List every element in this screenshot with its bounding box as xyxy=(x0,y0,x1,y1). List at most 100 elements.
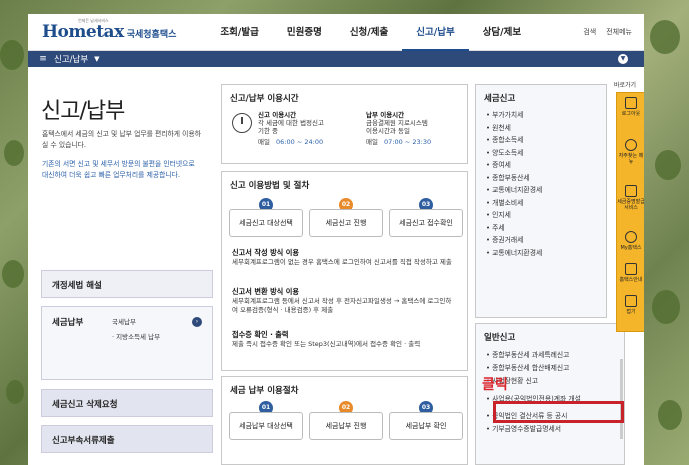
hometax-guide-quick-item[interactable]: 홈택스안내 xyxy=(617,263,644,283)
payment-hours-head: 납부 이용시간 xyxy=(366,111,405,119)
menu-item-lookup[interactable]: 조회/발급 xyxy=(206,14,272,51)
document-icon xyxy=(625,185,637,197)
ivy-leaf xyxy=(0,40,24,70)
attached-documents-box[interactable]: 신고부속서류제출 xyxy=(41,425,213,453)
expand-toggle-icon[interactable]: ▼ xyxy=(618,54,628,64)
tax-report-item[interactable]: 교통에너지환경세 xyxy=(486,184,542,197)
report-step-3-button[interactable]: 세금신고 접수확인 xyxy=(389,209,463,237)
hometax-guide-label: 홈택스안내 xyxy=(619,277,643,283)
ivy-leaf xyxy=(658,400,682,430)
certificate-quick-item[interactable]: 세금증명발급 서비스 xyxy=(617,185,644,211)
report-deletion-request-box[interactable]: 세금신고 삭제요청 xyxy=(41,389,213,417)
top-navigation-bar: Hometax 국세청홈택스 언제든 납세서비스 조회/발급 민원증명 신청/제… xyxy=(28,14,644,51)
tax-report-title: 세금신고 xyxy=(484,94,516,104)
page-description-2: 기존의 서면 신고 및 세무서 방문의 불편을 인터넷으로 대신하여 더욱 쉽고… xyxy=(42,160,195,179)
home-icon xyxy=(625,295,637,307)
payment-step-3-button[interactable]: 세금납부 확인 xyxy=(389,412,463,440)
procedure-item-2-text: 세무회계프로그램 등에서 신고서 작성 후 전자신고파일생성 → 홈택스에 로그… xyxy=(232,297,452,314)
tax-payment-sublist: 국세납부 · 지방소득세 납부 xyxy=(112,315,160,345)
person-icon xyxy=(625,231,637,243)
payment-procedure-card: 세금 납부 이용절차 01 세금납부 대상선택 02 세금납부 진행 03 세금… xyxy=(221,376,468,465)
general-report-title: 일반신고 xyxy=(484,333,516,343)
search-link[interactable]: 검색 xyxy=(583,27,596,37)
menu-item-application[interactable]: 신청/제출 xyxy=(336,14,402,51)
national-tax-payment-link[interactable]: 국세납부 xyxy=(112,315,160,330)
payment-hours-line2: 이용시간과 동일 xyxy=(366,127,410,135)
tax-report-item[interactable]: 주세 xyxy=(486,222,542,235)
report-hours-head: 신고 이용시간 xyxy=(258,111,297,119)
logo-subtitle: 국세청홈택스 xyxy=(126,30,177,40)
hometax-logo[interactable]: Hometax 국세청홈택스 xyxy=(42,22,176,42)
info-icon xyxy=(625,263,637,275)
quick-menu-heading: 바로가기 xyxy=(614,82,637,89)
report-hours-block: 신고 이용시간 각 세금에 대한 법정신고 기한 중 매일 06:00 ~ 24… xyxy=(258,111,324,146)
payment-hours-time: 07:00 ~ 23:30 xyxy=(384,138,432,146)
tax-report-item[interactable]: 종합부동산세 xyxy=(486,172,542,185)
usage-hours-title: 신고/납부 이용시간 xyxy=(230,94,299,104)
menu-item-certificate[interactable]: 민원증명 xyxy=(273,14,336,51)
payment-hours-block: 납부 이용시간 금융결제원 지로시스템 이용시간과 동일 매일 07:00 ~ … xyxy=(366,111,431,146)
tax-report-item[interactable]: 교통에너지환경세 xyxy=(486,247,542,260)
attached-documents-label: 신고부속서류제출 xyxy=(52,436,115,446)
tax-report-item[interactable]: 종합소득세 xyxy=(486,134,542,147)
breadcrumb-current[interactable]: 신고/납부 xyxy=(54,53,88,65)
procedure-item-3: 접수증 확인 · 출력 제출 즉시 접수증 확인 또는 Step3(신고내역)에… xyxy=(232,330,452,349)
tax-report-item[interactable]: 양도소득세 xyxy=(486,147,542,160)
menu-item-consult[interactable]: 상담/제보 xyxy=(469,14,535,51)
logout-label: 로그아웃 xyxy=(621,111,641,117)
my-hometax-quick-item[interactable]: My홈택스 xyxy=(617,231,644,251)
tax-report-item[interactable]: 부가가치세 xyxy=(486,109,542,122)
tax-law-guide-box[interactable]: 개정세법 해설 xyxy=(41,270,213,298)
tax-law-guide-label: 개정세법 해설 xyxy=(52,281,102,291)
procedure-item-3-text: 제출 즉시 접수증 확인 또는 Step3(신고내역)에서 접수증 확인 · 출… xyxy=(232,340,421,348)
report-hours-time: 06:00 ~ 24:00 xyxy=(276,138,324,146)
favorite-menu-quick-item[interactable]: 자주찾는 메뉴 xyxy=(617,139,644,165)
report-hours-line1: 각 세금에 대한 법정신고 xyxy=(258,119,324,127)
payment-step-1-button[interactable]: 세금납부 대상선택 xyxy=(229,412,303,440)
ivy-leaf xyxy=(650,20,680,54)
procedure-item-3-title: 접수증 확인 · 출력 xyxy=(232,330,289,339)
general-report-item[interactable]: 기부금영수증발급명세서 xyxy=(486,423,581,436)
logo-text: Hometax xyxy=(42,22,124,42)
local-income-tax-payment-link[interactable]: · 지방소득세 납부 xyxy=(112,330,160,345)
logout-quick-item[interactable]: 로그아웃 xyxy=(617,97,644,117)
report-step-1-button[interactable]: 세금신고 대상선택 xyxy=(229,209,303,237)
report-deletion-label: 세금신고 삭제요청 xyxy=(52,400,118,410)
menu-item-report-payment[interactable]: 신고/납부 xyxy=(402,14,469,51)
general-list-scrollbar[interactable] xyxy=(620,359,623,439)
usage-hours-card: 신고/납부 이용시간 신고 이용시간 각 세금에 대한 법정신고 기한 중 매일… xyxy=(221,84,468,164)
payment-step-2-button[interactable]: 세금납부 진행 xyxy=(309,412,383,440)
procedure-item-2: 신고서 변환 방식 이용 세무회계프로그램 등에서 신고서 작성 후 전자신고파… xyxy=(232,287,452,315)
chevron-right-icon[interactable]: › xyxy=(192,317,202,327)
ivy-leaf xyxy=(6,380,24,404)
ivy-leaf xyxy=(655,150,681,180)
report-step-2-button[interactable]: 세금신고 진행 xyxy=(309,209,383,237)
report-procedure-card: 신고 이용방법 및 절차 01 세금신고 대상선택 02 세금신고 진행 03 … xyxy=(221,171,468,371)
tax-report-item[interactable]: 개별소비세 xyxy=(486,197,542,210)
all-menu-link[interactable]: 전체메뉴 xyxy=(606,27,632,37)
general-report-card: 일반신고 종합부동산세 과세특례신고 종합부동산세 합산배제신고 사업장현황 신… xyxy=(475,323,625,465)
chevron-down-icon[interactable]: ▼ xyxy=(94,55,99,63)
tax-payment-title: 세금납부 xyxy=(52,318,84,328)
highlight-box xyxy=(493,401,624,423)
tax-payment-box: 세금납부 국세납부 · 지방소득세 납부 › xyxy=(41,306,213,380)
procedure-item-1-title: 신고서 작성 방식 이용 xyxy=(232,248,300,257)
collapse-label: 접기 xyxy=(626,309,636,315)
payment-procedure-title: 세금 납부 이용절차 xyxy=(230,386,299,396)
top-utility-links: 검색 전체메뉴 xyxy=(583,27,632,37)
lock-icon xyxy=(625,97,637,109)
page-description: 홈택스에서 세금의 신고 및 납부 업무를 편리하게 이용하실 수 있습니다. xyxy=(42,130,201,149)
tax-report-item[interactable]: 증여세 xyxy=(486,159,542,172)
collapse-quick-item[interactable]: 접기 xyxy=(617,295,644,315)
tax-report-item[interactable]: 원천세 xyxy=(486,122,542,135)
payment-hours-day: 매일 xyxy=(366,138,378,146)
star-icon xyxy=(625,139,637,151)
general-report-item[interactable]: 종합부동산세 과세특례신고 xyxy=(486,349,581,362)
report-procedure-title: 신고 이용방법 및 절차 xyxy=(230,181,310,191)
tax-report-item[interactable]: 인지세 xyxy=(486,209,542,222)
hamburger-icon[interactable]: ≡ xyxy=(36,54,50,64)
certificate-label: 세금증명발급 서비스 xyxy=(617,199,644,211)
tax-report-card: 세금신고 부가가치세 원천세 종합소득세 양도소득세 증여세 종합부동산세 교통… xyxy=(475,84,607,318)
tax-report-item[interactable]: 증권거래세 xyxy=(486,234,542,247)
procedure-item-1: 신고서 작성 방식 이용 세무회계프로그램이 없는 경우 홈택스에 로그인하여 … xyxy=(232,248,452,267)
